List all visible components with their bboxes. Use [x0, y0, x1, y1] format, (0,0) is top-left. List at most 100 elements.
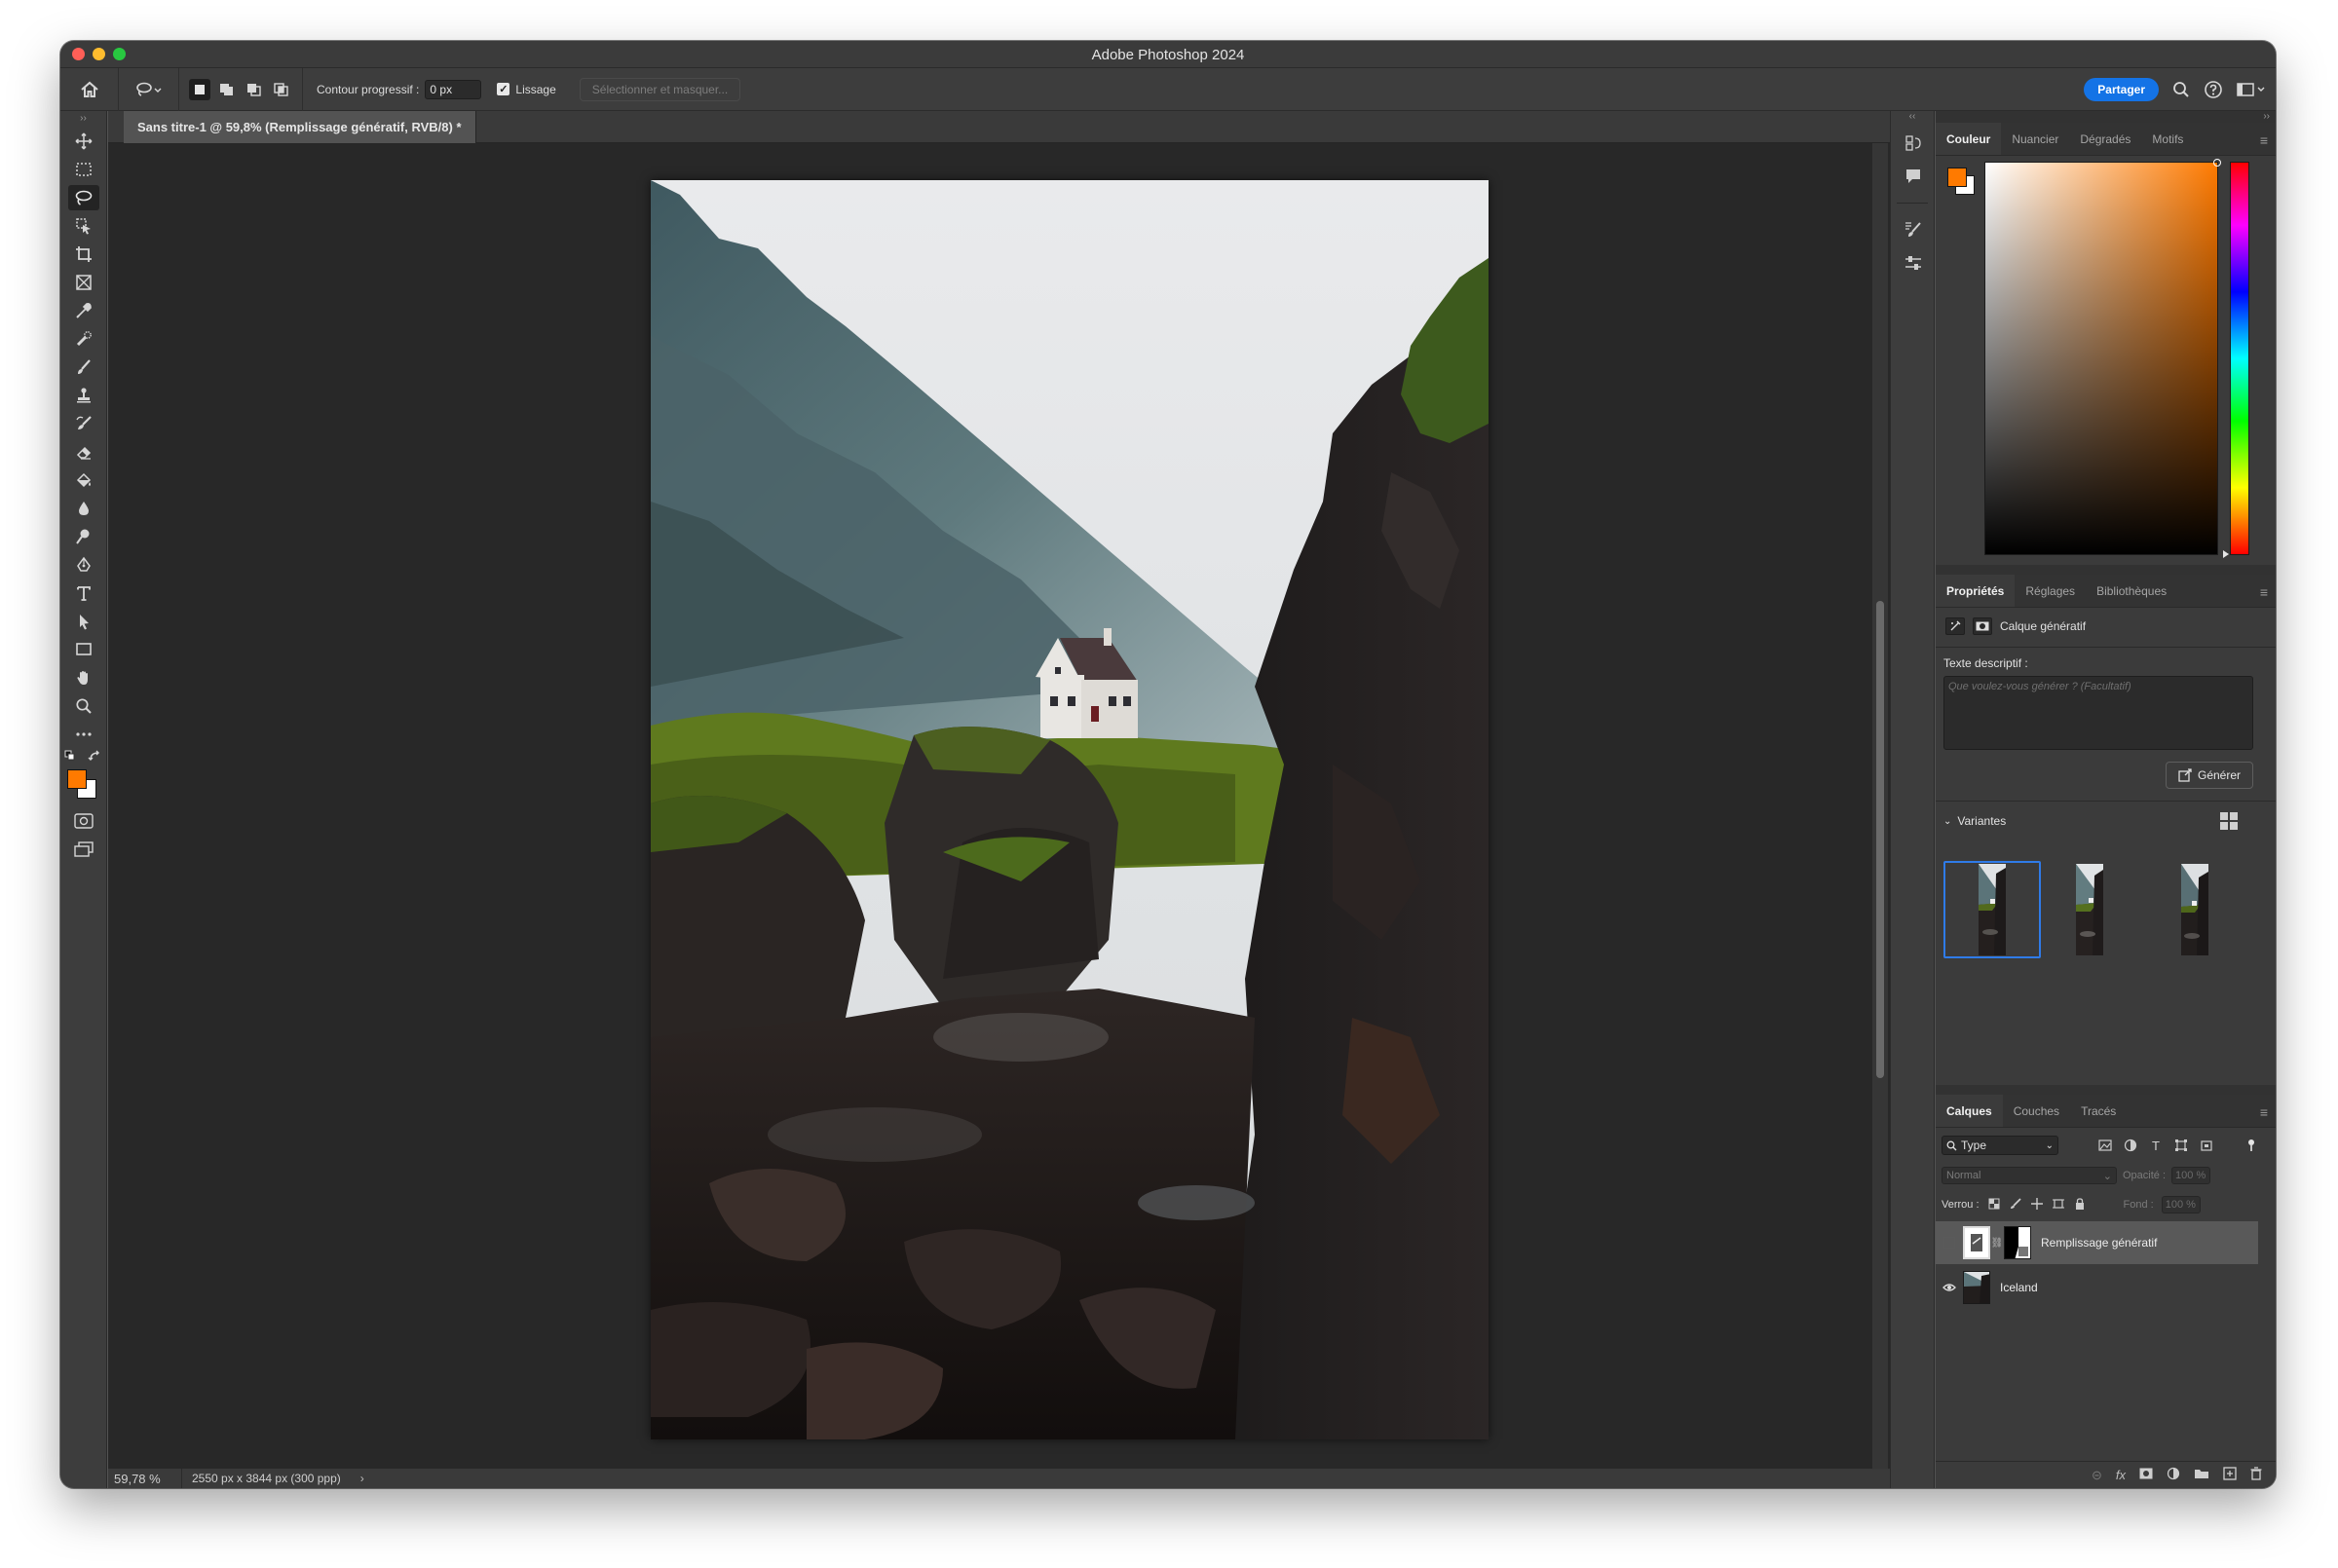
add-mask-icon[interactable]: [2139, 1468, 2153, 1482]
canvas-area[interactable]: [108, 143, 1920, 1488]
comments-panel-button[interactable]: [1891, 160, 1936, 193]
variant-thumbnail[interactable]: [2175, 861, 2214, 958]
opacity-input[interactable]: 100 %: [2171, 1167, 2211, 1184]
brush-settings-panel-button[interactable]: [1891, 213, 1936, 246]
saturation-brightness-field[interactable]: [1984, 159, 2221, 555]
lasso-tool[interactable]: [60, 183, 107, 211]
filter-toggle-icon[interactable]: [2244, 1138, 2259, 1153]
tool-preset-picker[interactable]: [119, 67, 179, 111]
layer-filter-select[interactable]: Type ⌄: [1942, 1136, 2058, 1155]
pen-tool[interactable]: [60, 550, 107, 579]
panel-menu-icon[interactable]: ≡: [2260, 132, 2268, 148]
panel-column-grip[interactable]: ‹‹: [1891, 111, 1934, 127]
marquee-tool[interactable]: [60, 155, 107, 183]
toolbar-grip[interactable]: ››: [60, 111, 106, 127]
layer-row[interactable]: ⛓ Remplissage génératif: [1936, 1221, 2258, 1264]
fill-input[interactable]: 100 %: [2161, 1196, 2201, 1213]
lock-artboard-icon[interactable]: [2052, 1198, 2065, 1213]
quick-mask-button[interactable]: [60, 806, 107, 835]
spot-healing-brush-tool[interactable]: [60, 324, 107, 353]
adjustment-filter-icon[interactable]: [2123, 1138, 2138, 1153]
tab-libraries[interactable]: Bibliothèques: [2086, 575, 2177, 607]
select-and-mask-button[interactable]: Sélectionner et masquer...: [579, 77, 741, 101]
eraser-tool[interactable]: [60, 437, 107, 466]
tab-gradients[interactable]: Dégradés: [2069, 123, 2141, 155]
lock-position-icon[interactable]: [2030, 1197, 2044, 1213]
share-button[interactable]: Partager: [2084, 78, 2159, 101]
variants-header[interactable]: ⌄ Variantes: [1943, 814, 2006, 828]
workspace-icon[interactable]: [2237, 82, 2266, 97]
layer-row[interactable]: Iceland: [1936, 1266, 2258, 1309]
link-layers-icon[interactable]: ⊝: [2092, 1468, 2102, 1483]
feather-input[interactable]: 0 px: [425, 79, 482, 99]
tab-swatches[interactable]: Nuancier: [2001, 123, 2069, 155]
type-tool[interactable]: [60, 579, 107, 607]
new-group-icon[interactable]: [2194, 1468, 2209, 1482]
prompt-input[interactable]: Que voulez-vous générer ? (Facultatif): [1943, 676, 2253, 750]
color-panel-foreground-swatch[interactable]: [1947, 168, 1967, 187]
blend-mode-select[interactable]: Normal ⌄: [1942, 1167, 2117, 1184]
shape-filter-icon[interactable]: [2173, 1138, 2189, 1153]
object-selection-tool[interactable]: [60, 211, 107, 240]
layer-visibility-toggle[interactable]: [1936, 1283, 1963, 1292]
layer-mask-thumbnail[interactable]: [2004, 1226, 2031, 1259]
dock-grip[interactable]: ››: [2263, 111, 2270, 123]
subtract-selection-button[interactable]: [244, 79, 265, 100]
crop-tool[interactable]: [60, 240, 107, 268]
tab-channels[interactable]: Couches: [2003, 1095, 2070, 1127]
home-button[interactable]: [60, 67, 119, 111]
panel-menu-icon[interactable]: ≡: [2260, 584, 2268, 600]
generate-button[interactable]: Générer: [2166, 762, 2253, 789]
zoom-tool[interactable]: [60, 691, 107, 720]
delete-layer-icon[interactable]: [2250, 1467, 2262, 1483]
vertical-scrollbar-thumb[interactable]: [1876, 601, 1884, 1078]
hand-tool[interactable]: [60, 663, 107, 691]
tab-paths[interactable]: Tracés: [2070, 1095, 2127, 1127]
move-tool[interactable]: [60, 127, 107, 155]
lock-image-pixels-icon[interactable]: [2009, 1197, 2022, 1213]
new-adjustment-layer-icon[interactable]: [2167, 1467, 2180, 1483]
paint-bucket-tool[interactable]: [60, 466, 107, 494]
zoom-level[interactable]: 59,78 %: [108, 1469, 182, 1488]
hue-slider-handle[interactable]: [2223, 550, 2229, 558]
blur-tool[interactable]: [60, 494, 107, 522]
hue-slider[interactable]: [2223, 162, 2249, 558]
document-canvas[interactable]: [651, 180, 1489, 1439]
layer-visibility-toggle[interactable]: [1936, 1237, 1963, 1249]
help-icon[interactable]: [2204, 80, 2223, 99]
tab-color[interactable]: Couleur: [1936, 123, 2002, 155]
edit-toolbar-button[interactable]: [60, 720, 107, 748]
layer-style-icon[interactable]: fx: [2116, 1468, 2126, 1482]
intersect-selection-button[interactable]: [271, 79, 292, 100]
dodge-tool[interactable]: [60, 522, 107, 550]
eyedropper-tool[interactable]: [60, 296, 107, 324]
add-selection-button[interactable]: [216, 79, 238, 100]
smart-object-filter-icon[interactable]: [2199, 1138, 2214, 1153]
brush-tool[interactable]: [60, 353, 107, 381]
clone-stamp-tool[interactable]: [60, 381, 107, 409]
vertical-scrollbar[interactable]: [1872, 143, 1888, 1488]
status-menu-arrow[interactable]: ›: [360, 1472, 364, 1485]
adjustments-panel-button[interactable]: [1891, 246, 1936, 280]
variant-thumbnail[interactable]: [2070, 861, 2109, 958]
tab-adjustments[interactable]: Réglages: [2015, 575, 2086, 607]
pixel-filter-icon[interactable]: [2097, 1138, 2113, 1153]
mask-link-icon[interactable]: ⛓: [1990, 1238, 2004, 1249]
history-panel-button[interactable]: [1891, 127, 1936, 160]
new-layer-icon[interactable]: [2223, 1467, 2237, 1483]
tab-layers[interactable]: Calques: [1936, 1095, 2003, 1127]
new-selection-button[interactable]: [189, 78, 210, 100]
history-brush-tool[interactable]: [60, 409, 107, 437]
tab-properties[interactable]: Propriétés: [1936, 575, 2016, 607]
foreground-color-swatch[interactable]: [67, 769, 87, 789]
path-selection-tool[interactable]: [60, 607, 107, 635]
tab-patterns[interactable]: Motifs: [2141, 123, 2194, 155]
screen-mode-button[interactable]: [60, 835, 107, 863]
type-filter-icon[interactable]: T: [2148, 1138, 2164, 1153]
lock-all-icon[interactable]: [2073, 1197, 2087, 1213]
antialias-checkbox[interactable]: ✓: [497, 83, 510, 95]
frame-tool[interactable]: [60, 268, 107, 296]
document-tab[interactable]: Sans titre-1 @ 59,8% (Remplissage généra…: [124, 111, 476, 143]
search-icon[interactable]: [2172, 81, 2190, 98]
mask-icon[interactable]: [1973, 617, 1992, 635]
